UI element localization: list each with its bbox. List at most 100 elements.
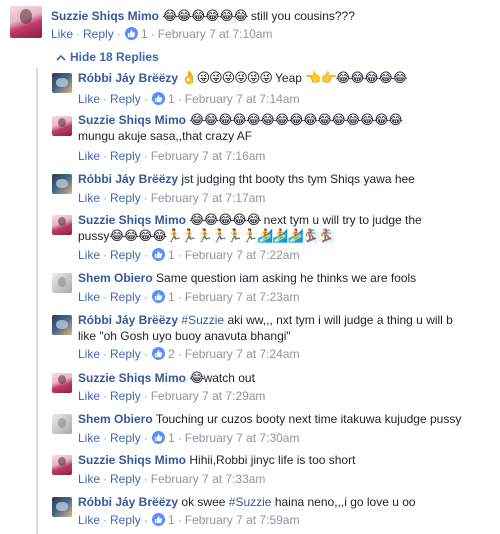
reply-author[interactable]: Suzzie Shiqs Mimo	[78, 113, 186, 127]
reply-author[interactable]: Shem Obiero	[78, 271, 153, 285]
timestamp[interactable]: February 7 at 7:30am	[185, 431, 300, 445]
reply-author[interactable]: Suzzie Shiqs Mimo	[78, 453, 186, 467]
reply-emojis: 👌😜😜😜😜😜😜	[181, 71, 272, 86]
reply-actions: Like · Reply · February 7 at 7:29am	[78, 389, 266, 403]
timestamp[interactable]: February 7 at 7:17am	[151, 191, 266, 205]
thumbs-up-icon[interactable]	[151, 92, 165, 105]
reply-button[interactable]: Reply	[110, 472, 141, 486]
like-button[interactable]: Like	[78, 472, 100, 486]
avatar[interactable]	[52, 116, 72, 136]
reply-author[interactable]: Róbbi Jáy Brëëzy	[78, 71, 178, 85]
thumbs-up-icon[interactable]	[151, 248, 165, 261]
avatar[interactable]	[52, 455, 72, 475]
hashtag-link[interactable]: #Suzzie	[181, 313, 224, 327]
reply-body: Suzzie Shiqs Mimo Hihii,Robbi jinyc life…	[78, 452, 498, 468]
reply-emojis: 👈👉😂😂😂😂😂	[305, 71, 407, 86]
timestamp[interactable]: February 7 at 7:24am	[185, 347, 300, 361]
hashtag-link[interactable]: #Suzzie	[229, 495, 272, 509]
comment-author[interactable]: Suzzie Shiqs Mimo	[51, 9, 159, 23]
reply-author[interactable]: Róbbi Jáy Brëëzy	[78, 172, 178, 186]
like-button[interactable]: Like	[78, 149, 100, 163]
like-count: 1	[168, 513, 175, 527]
reply-actions: Like · Reply · February 7 at 7:33am	[78, 472, 266, 486]
avatar[interactable]	[10, 6, 42, 38]
reply-actions: Like · Reply · 1 · February 7 at 7:14am	[78, 92, 300, 106]
like-button[interactable]: Like	[78, 290, 100, 304]
timestamp[interactable]: February 7 at 7:33am	[151, 472, 266, 486]
reply-actions: Like · Reply · February 7 at 7:16am	[78, 149, 266, 163]
comment-actions: Like · Reply · 1 · February 7 at 7:10am	[51, 27, 273, 41]
like-count: 1	[168, 92, 175, 106]
avatar[interactable]	[52, 273, 72, 293]
thumbs-up-icon[interactable]	[151, 290, 165, 303]
reply-text: watch out	[203, 371, 255, 385]
hide-replies-button[interactable]: Hide 18 Replies	[56, 50, 159, 64]
avatar[interactable]	[52, 497, 72, 517]
avatar[interactable]	[52, 315, 72, 335]
comment-text: still you cousins???	[250, 9, 355, 23]
reply-body: Róbbi Jáy Brëëzy jst judging tht booty t…	[78, 171, 498, 187]
reply-button[interactable]: Reply	[83, 27, 114, 41]
thumbs-up-icon[interactable]	[151, 513, 165, 526]
reply-item: Shem Obiero Same question iam asking he …	[49, 270, 500, 310]
timestamp[interactable]: February 7 at 7:59am	[185, 513, 300, 527]
reply-text: Same question iam asking he thinks we ar…	[156, 271, 417, 285]
avatar[interactable]	[52, 73, 72, 93]
reply-text: Yeap	[275, 71, 302, 85]
like-button[interactable]: Like	[78, 248, 100, 262]
reply-author[interactable]: Suzzie Shiqs Mimo	[78, 213, 186, 227]
reply-button[interactable]: Reply	[110, 248, 141, 262]
reply-actions: Like · Reply · 1 · February 7 at 7:59am	[78, 513, 300, 527]
comment-body: Suzzie Shiqs Mimo 😂😂😂😂😂😂 still you cousi…	[51, 8, 491, 24]
hide-replies-label[interactable]: Hide 18 Replies	[70, 50, 159, 64]
timestamp[interactable]: February 7 at 7:16am	[151, 149, 266, 163]
like-button[interactable]: Like	[51, 27, 73, 41]
reply-body: Suzzie Shiqs Mimo 😂😂😂😂😂 next tym u will …	[78, 212, 498, 244]
timestamp[interactable]: February 7 at 7:29am	[151, 389, 266, 403]
reply-text: next tym u will try to judge the	[263, 213, 422, 227]
reply-button[interactable]: Reply	[110, 290, 141, 304]
reply-item: Róbbi Jáy Brëëzy 👌😜😜😜😜😜😜 Yeap 👈👉😂😂😂😂😂 Li…	[49, 70, 500, 110]
reply-button[interactable]: Reply	[110, 92, 141, 106]
reply-author[interactable]: Suzzie Shiqs Mimo	[78, 371, 186, 385]
timestamp[interactable]: February 7 at 7:22am	[185, 248, 300, 262]
reply-button[interactable]: Reply	[110, 513, 141, 527]
reply-text: aki ww,,, nxt tym i will judge a thing u…	[227, 313, 453, 327]
reply-body: Róbbi Jáy Brëëzy ok swee #Suzzie haina n…	[78, 494, 498, 510]
reply-button[interactable]: Reply	[110, 389, 141, 403]
thumbs-up-icon[interactable]	[151, 347, 165, 360]
reply-text: mungu akuje sasa,,that crazy AF	[78, 129, 253, 143]
timestamp[interactable]: February 7 at 7:10am	[158, 27, 273, 41]
reply-item: Suzzie Shiqs Mimo 😂😂😂😂😂😂😂😂😂😂😂😂😂😂😂 mungu …	[49, 113, 500, 168]
like-button[interactable]: Like	[78, 191, 100, 205]
like-count: 1	[141, 27, 148, 41]
like-button[interactable]: Like	[78, 513, 100, 527]
reply-author[interactable]: Shem Obiero	[78, 412, 153, 426]
reply-button[interactable]: Reply	[110, 149, 141, 163]
avatar[interactable]	[52, 414, 72, 434]
like-button[interactable]: Like	[78, 92, 100, 106]
reply-button[interactable]: Reply	[110, 347, 141, 361]
reply-actions: Like · Reply · 1 · February 7 at 7:22am	[78, 248, 300, 262]
reply-button[interactable]: Reply	[110, 431, 141, 445]
comment-emojis: 😂😂😂😂😂😂	[162, 9, 248, 24]
reply-author[interactable]: Róbbi Jáy Brëëzy	[78, 495, 178, 509]
avatar[interactable]	[52, 373, 72, 393]
thumbs-up-icon[interactable]	[124, 27, 138, 40]
like-button[interactable]: Like	[78, 389, 100, 403]
reply-item: Shem Obiero Touching ur cuzos booty next…	[49, 411, 500, 451]
reply-emojis: 😂	[189, 371, 204, 386]
like-button[interactable]: Like	[78, 431, 100, 445]
reply-author[interactable]: Róbbi Jáy Brëëzy	[78, 313, 178, 327]
reply-text: ok swee	[181, 495, 226, 509]
reply-actions: Like · Reply · 1 · February 7 at 7:30am	[78, 431, 300, 445]
top-comment: Suzzie Shiqs Mimo 😂😂😂😂😂😂 still you cousi…	[0, 0, 500, 48]
avatar[interactable]	[52, 215, 72, 235]
thumbs-up-icon[interactable]	[151, 431, 165, 444]
reply-button[interactable]: Reply	[110, 191, 141, 205]
reply-emojis: 😂😂😂😂😂😂😂😂😂😂😂😂😂😂😂	[189, 113, 403, 128]
timestamp[interactable]: February 7 at 7:14am	[185, 92, 300, 106]
like-button[interactable]: Like	[78, 347, 100, 361]
timestamp[interactable]: February 7 at 7:23am	[185, 290, 300, 304]
avatar[interactable]	[52, 174, 72, 194]
